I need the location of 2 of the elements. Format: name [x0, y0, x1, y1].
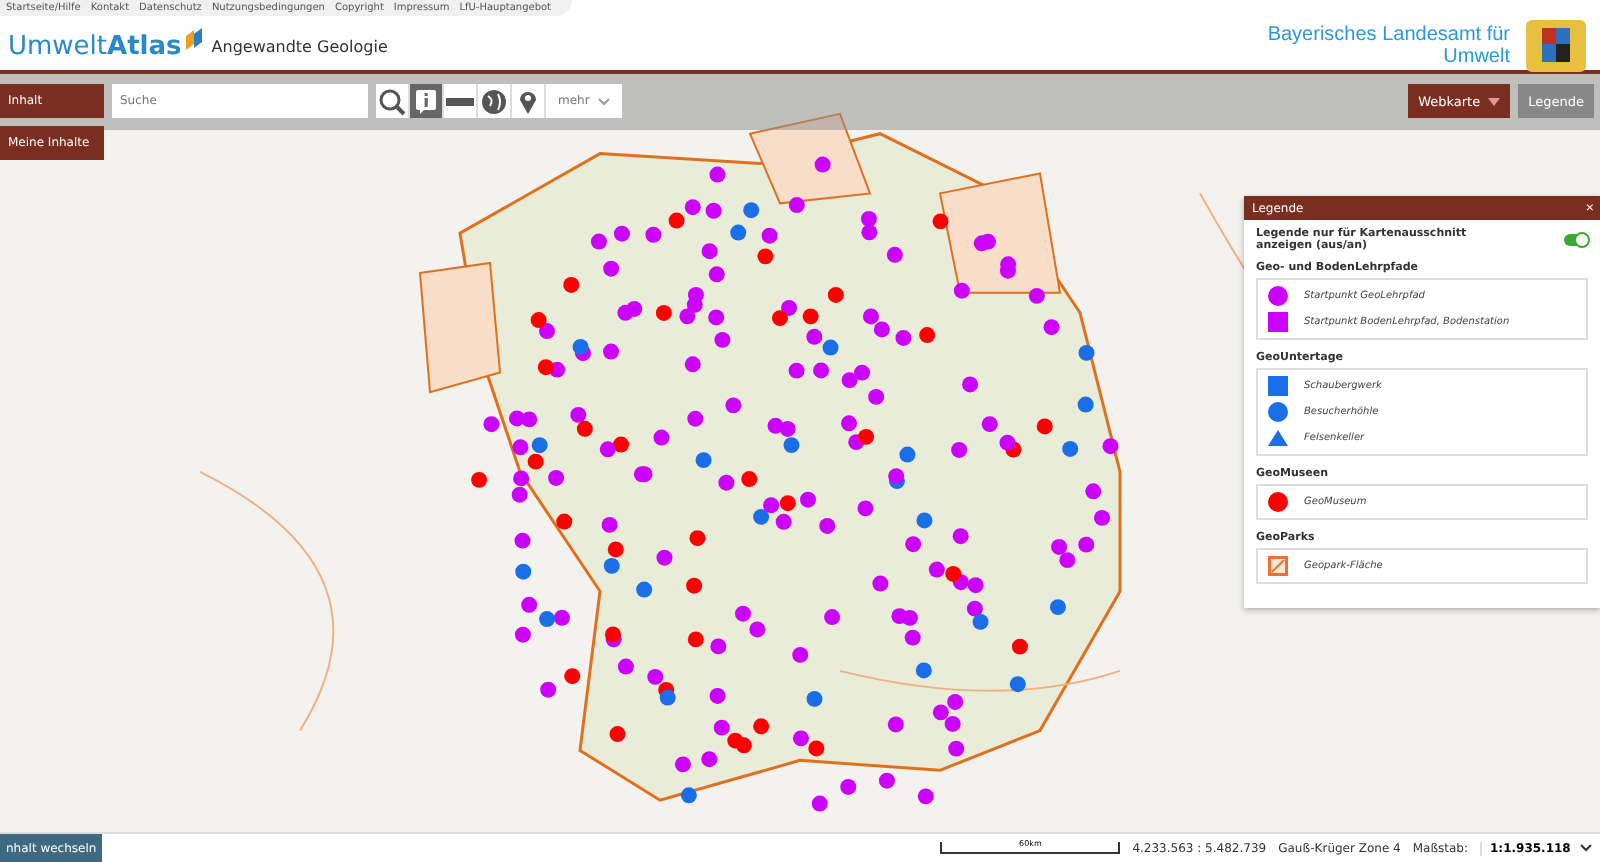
umweltatlas-logo[interactable]: UmweltAtlas	[8, 31, 182, 61]
app-subtitle: Angewandte Geologie	[211, 37, 388, 55]
